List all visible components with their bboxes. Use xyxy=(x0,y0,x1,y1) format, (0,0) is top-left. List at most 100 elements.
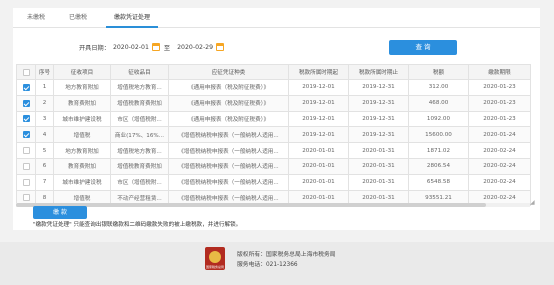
cell-type: 《通用申报表（税及附征税费）》 xyxy=(168,110,289,128)
cell-to: 2020-01-31 xyxy=(348,173,409,191)
cell-no: 2 xyxy=(35,94,54,112)
tab-paid[interactable]: 已缴税 xyxy=(63,8,93,28)
tax-table: 序号 征收项目 征收品目 应征凭证种类 税款所属时期起 税款所属时期止 税额 缴… xyxy=(16,64,531,207)
select-all-cell[interactable] xyxy=(16,64,36,80)
calendar-icon[interactable] xyxy=(151,43,160,51)
column-header: 征收项目 xyxy=(53,64,111,80)
cell-from: 2019-12-01 xyxy=(288,79,349,96)
cell-item: 增值税 xyxy=(53,126,111,144)
column-header: 缴款期限 xyxy=(468,64,531,80)
row-checkbox[interactable] xyxy=(22,162,30,170)
pay-button[interactable]: 缴 款 xyxy=(33,206,87,219)
column-header: 序号 xyxy=(35,64,54,80)
tab-bar: 未缴税 已缴税 缴款凭证处理 xyxy=(13,8,540,28)
cell-deadline: 2020-01-23 xyxy=(468,79,531,96)
row-checkbox[interactable] xyxy=(22,194,30,202)
row-checkbox[interactable] xyxy=(22,178,30,186)
date-separator: 至 xyxy=(163,44,171,52)
main-panel: 未缴税 已缴税 缴款凭证处理 开具日期： 2020-02-01 至 2020-0… xyxy=(13,8,540,230)
calendar-icon[interactable] xyxy=(216,43,225,51)
cell-deadline: 2020-02-24 xyxy=(468,142,531,159)
cell-type: 《增值税纳税申报表（一般纳税人适用... xyxy=(168,142,289,159)
cell-amount: 312.00 xyxy=(408,79,469,96)
cell-type: 《通用申报表（税及附征税费）》 xyxy=(168,79,289,96)
row-select-cell[interactable] xyxy=(16,110,36,128)
cell-amount: 1092.00 xyxy=(408,110,469,128)
table-row[interactable]: 4 增值税 商业(17%、16%... 《增值税纳税申报表（一般纳税人适用... 201… xyxy=(16,126,531,144)
column-header: 征收品目 xyxy=(110,64,169,80)
cell-amount: 2806.54 xyxy=(408,157,469,175)
query-button[interactable]: 查 询 xyxy=(389,40,457,55)
cell-to: 2019-12-31 xyxy=(348,79,409,96)
row-select-cell[interactable] xyxy=(16,157,36,175)
cell-no: 5 xyxy=(35,142,54,159)
cell-item: 城市维护建设税 xyxy=(53,173,111,191)
row-select-cell[interactable] xyxy=(16,94,36,112)
row-checkbox[interactable] xyxy=(22,131,30,139)
column-header: 应征凭证种类 xyxy=(168,64,289,80)
column-header: 税款所属时期起 xyxy=(288,64,349,80)
cell-from: 2019-12-01 xyxy=(288,126,349,144)
cell-to: 2019-12-31 xyxy=(348,94,409,112)
cell-no: 7 xyxy=(35,173,54,191)
cell-type: 《增值税纳税申报表（一般纳税人适用... xyxy=(168,126,289,144)
hint-note: "缴款凭证处理" 只能查询出银联缴款和二维码缴款失败的被上缴税款，并进行解锁。 xyxy=(33,222,242,228)
cell-from: 2020-01-01 xyxy=(288,142,349,159)
start-date-input[interactable]: 2020-02-01 xyxy=(113,44,149,51)
cell-item: 教育费附加 xyxy=(53,157,111,175)
cell-sub: 市区（增值税附... xyxy=(110,173,169,191)
cell-amount: 468.00 xyxy=(408,94,469,112)
cell-item: 教育费附加 xyxy=(53,94,111,112)
tab-unpaid[interactable]: 未缴税 xyxy=(21,8,51,28)
table-row[interactable]: 1 地方教育附加 增值税地方教育... 《通用申报表（税及附征税费）》 2019-12-… xyxy=(16,79,531,96)
row-select-cell[interactable] xyxy=(16,173,36,191)
cell-to: 2019-12-31 xyxy=(348,110,409,128)
row-select-cell[interactable] xyxy=(16,126,36,144)
cell-amount: 1871.02 xyxy=(408,142,469,159)
copyright-text: 版权所有：国家税务总局上海市税务局 xyxy=(237,252,336,258)
cell-from: 2020-01-01 xyxy=(288,173,349,191)
end-date-input[interactable]: 2020-02-29 xyxy=(177,44,213,51)
tab-voucher-processing[interactable]: 缴款凭证处理 xyxy=(106,8,158,28)
cell-deadline: 2020-01-23 xyxy=(468,94,531,112)
table-row[interactable]: 5 地方教育附加 增值税地方教育... 《增值税纳税申报表（一般纳税人适用... 202… xyxy=(16,142,531,159)
cell-sub: 增值税地方教育... xyxy=(110,79,169,96)
cell-type: 《增值税纳税申报表（一般纳税人适用... xyxy=(168,157,289,175)
cell-from: 2020-01-01 xyxy=(288,157,349,175)
start-date-label: 开具日期： xyxy=(79,44,110,52)
date-filter: 开具日期： 2020-02-01 至 2020-02-29 xyxy=(79,41,225,53)
table-row[interactable]: 3 城市维护建设税 市区（增值税附... 《通用申报表（税及附征税费）》 2019-12… xyxy=(16,110,531,128)
row-select-cell[interactable] xyxy=(16,79,36,96)
cell-type: 《通用申报表（税及附征税费）》 xyxy=(168,94,289,112)
horizontal-scrollbar[interactable] xyxy=(16,203,530,207)
cell-sub: 增值税地方教育... xyxy=(110,142,169,159)
row-select-cell[interactable] xyxy=(16,142,36,159)
service-phone: 服务电话：021-12366 xyxy=(237,262,298,268)
select-all-checkbox[interactable] xyxy=(22,68,30,76)
row-checkbox[interactable] xyxy=(22,99,30,107)
table-row[interactable]: 6 教育费附加 增值税教育费附加 《增值税纳税申报表（一般纳税人适用... 2020-0… xyxy=(16,157,531,175)
cell-deadline: 2020-02-24 xyxy=(468,157,531,175)
cell-no: 3 xyxy=(35,110,54,128)
cell-from: 2019-12-01 xyxy=(288,110,349,128)
column-header: 税款所属时期止 xyxy=(348,64,409,80)
cell-no: 1 xyxy=(35,79,54,96)
cell-from: 2019-12-01 xyxy=(288,94,349,112)
cell-amount: 6548.58 xyxy=(408,173,469,191)
cell-type: 《增值税纳税申报表（一般纳税人适用... xyxy=(168,173,289,191)
row-checkbox[interactable] xyxy=(22,83,30,91)
cell-to: 2020-01-31 xyxy=(348,157,409,175)
cell-deadline: 2020-02-24 xyxy=(468,173,531,191)
cell-deadline: 2020-01-24 xyxy=(468,126,531,144)
cell-deadline: 2020-01-23 xyxy=(468,110,531,128)
row-checkbox[interactable] xyxy=(22,115,30,123)
row-checkbox[interactable] xyxy=(22,147,30,155)
tax-bureau-logo: 国家税务总局 xyxy=(205,247,225,270)
table-row[interactable]: 7 城市维护建设税 市区（增值税附... 《增值税纳税申报表（一般纳税人适用... 20… xyxy=(16,173,531,191)
cell-amount: 15600.00 xyxy=(408,126,469,144)
table-row[interactable]: 2 教育费附加 增值税教育费附加 《通用申报表（税及附征税费）》 2019-12-01 2… xyxy=(16,94,531,112)
cell-sub: 增值税教育费附加 xyxy=(110,94,169,112)
cell-sub: 增值税教育费附加 xyxy=(110,157,169,175)
resize-grip-icon[interactable]: ◢ xyxy=(530,199,536,206)
column-header: 税额 xyxy=(408,64,469,80)
